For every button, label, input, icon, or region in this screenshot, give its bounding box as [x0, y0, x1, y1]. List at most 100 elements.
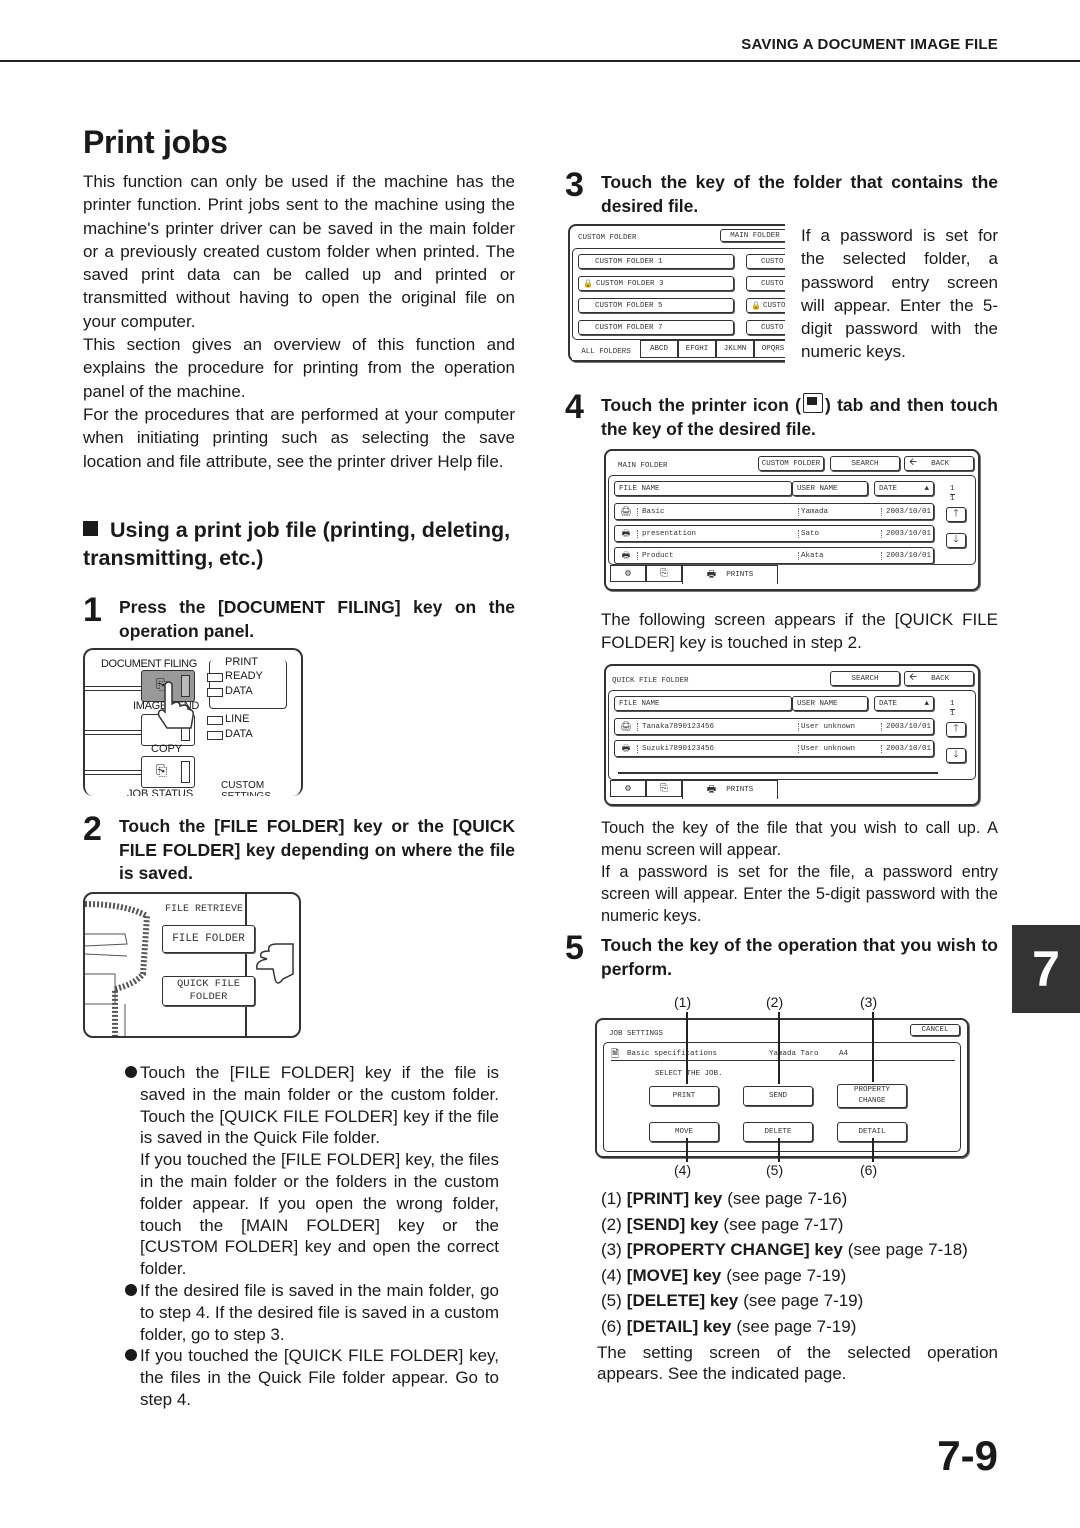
scan-tab-icon[interactable]: ⚙: [610, 780, 646, 797]
column-header-date[interactable]: DATE ▲: [874, 481, 934, 496]
file-row[interactable]: 🖶 Product Akata 2003/10/01: [614, 547, 934, 564]
line-label: LINE: [225, 713, 250, 725]
job-property-change-key[interactable]: PROPERTY CHANGE: [837, 1084, 907, 1108]
step-text: Touch the key of the folder that contain…: [601, 172, 998, 216]
folder-index-tab[interactable]: ABCD: [640, 340, 678, 358]
pointing-hand-icon: [157, 681, 194, 729]
prints-tab[interactable]: 🖶 PRINTS: [682, 565, 778, 584]
column-header-file-name[interactable]: FILE NAME: [614, 696, 792, 711]
operation-page-ref[interactable]: (see page 7-19): [726, 1266, 846, 1285]
column-header-file-name[interactable]: FILE NAME: [614, 481, 792, 496]
quick-file-label-line2: FOLDER: [189, 991, 228, 1003]
step-text: Touch the printer icon () tab and then t…: [601, 393, 998, 441]
operation-page-ref[interactable]: (see page 7-16): [727, 1189, 847, 1208]
file-row[interactable]: 🖶 presentation Sato 2003/10/01: [614, 525, 934, 542]
callout-line: [686, 1138, 688, 1162]
operation-panel-illustration: DOCUMENT FILING ⎘ IMAGE SEND COPY ⎘ JOB …: [83, 648, 303, 796]
main-folder-key[interactable]: MAIN FOLDER: [720, 229, 785, 242]
section-heading: Using a print job file (printing, deleti…: [83, 516, 515, 572]
job-divider: [611, 1060, 955, 1062]
file-date: 2003/10/01: [881, 744, 931, 753]
search-key[interactable]: SEARCH: [830, 456, 900, 471]
print-file-icon: 🖶: [621, 743, 631, 754]
locked-print-file-icon: 🖨: [620, 721, 632, 732]
bullet-icon: [125, 1283, 137, 1296]
operation-page-ref[interactable]: (see page 7-19): [736, 1317, 856, 1336]
back-key[interactable]: 🡨 BACK: [904, 456, 974, 471]
locked-print-file-icon: 🖨: [620, 506, 632, 517]
prints-tab[interactable]: 🖶 PRINTS: [682, 780, 778, 799]
page-indicator: 11: [950, 485, 955, 504]
job-user-name: Yamada Taro: [769, 1050, 819, 1058]
copy-label: COPY: [151, 743, 183, 755]
callout-label: (6): [860, 1162, 878, 1178]
column-header-date[interactable]: DATE ▲: [874, 696, 934, 711]
step-number: 1: [83, 591, 102, 629]
column-header-label: USER NAME: [797, 699, 838, 708]
file-folder-key[interactable]: FILE FOLDER: [162, 925, 255, 953]
cancel-key[interactable]: CANCEL: [910, 1024, 960, 1036]
custom-folder-key[interactable]: CUSTO: [746, 254, 785, 269]
callout-label: (3): [860, 994, 878, 1010]
scroll-down-button[interactable]: 🡓: [946, 748, 966, 763]
job-print-key[interactable]: PRINT: [649, 1086, 719, 1106]
list-divider: [618, 772, 938, 774]
file-row[interactable]: 🖨 Tanaka7890123456 User unknown 2003/10/01: [614, 718, 934, 735]
quick-file-folder-key[interactable]: QUICK FILE FOLDER: [162, 976, 255, 1006]
custom-folder-key[interactable]: CUSTO: [746, 276, 785, 291]
ready-label: READY: [225, 670, 263, 682]
bullet-continuation: If you touched the [FILE FOLDER] key, th…: [125, 1149, 499, 1280]
file-row[interactable]: 🖶 Suzuki7890123456 User unknown 2003/10/01: [614, 740, 934, 757]
custom-folder-key[interactable]: CUSTOM FOLDER 1: [578, 254, 734, 269]
operation-key-name: [PRINT] key: [626, 1189, 723, 1208]
file-name: Tanaka7890123456: [637, 722, 798, 731]
operation-page-ref[interactable]: (see page 7-18): [848, 1240, 968, 1259]
sort-ascending-icon: ▲: [924, 699, 929, 708]
job-move-key[interactable]: MOVE: [649, 1122, 719, 1142]
file-retrieve-title: FILE RETRIEVE: [165, 904, 244, 915]
column-header-user-name[interactable]: USER NAME: [792, 696, 868, 711]
callout-line: [872, 1138, 874, 1162]
custom-folder-key[interactable]: 🔒 CUSTO: [746, 298, 785, 313]
step-2: 2 Touch the [FILE FOLDER] key or the [QU…: [83, 811, 515, 890]
custom-folder-key[interactable]: CUSTOM FOLDER: [758, 456, 824, 471]
bullet-item: Touch the [FILE FOLDER] key if the file …: [125, 1062, 499, 1149]
scroll-down-button[interactable]: 🡓: [946, 533, 966, 548]
folder-index-tab[interactable]: EFGHI: [678, 340, 716, 358]
copy-tab-icon[interactable]: ⎘: [646, 780, 682, 797]
page-current: 1: [950, 485, 955, 495]
custom-folder-key[interactable]: CUSTOM FOLDER 7: [578, 320, 734, 335]
quick-file-folder-screen: QUICK FILE FOLDER SEARCH 🡨 BACK FILE NAME…: [604, 664, 980, 806]
back-key[interactable]: 🡨 BACK: [904, 671, 974, 686]
file-row[interactable]: 🖨 Basic Yamada 2003/10/01: [614, 503, 934, 520]
folder-index-tab[interactable]: OPQRS: [754, 340, 785, 358]
custom-folder-key[interactable]: CUSTOM FOLDER 5: [578, 298, 734, 313]
scroll-up-button[interactable]: 🡑: [946, 507, 966, 522]
search-key[interactable]: SEARCH: [830, 671, 900, 686]
custom-folder-key[interactable]: 🔒 CUSTOM FOLDER 3: [578, 276, 734, 291]
main-folder-screen: MAIN FOLDER CUSTOM FOLDER SEARCH 🡨 BACK F…: [604, 449, 980, 591]
step-4-note-2: If a password is set for the file, a pas…: [601, 863, 998, 925]
operations-list: (1) [PRINT] key (see page 7-16) (2) [SEND] k…: [601, 1186, 968, 1339]
operation-item: (4) [MOVE] key (see page 7-19): [601, 1263, 968, 1289]
callout-line: [872, 1012, 874, 1082]
operation-page-ref[interactable]: (see page 7-17): [723, 1215, 843, 1234]
custom-folder-key[interactable]: CUSTO: [746, 320, 785, 335]
file-date: 2003/10/01: [881, 529, 931, 538]
column-header-user-name[interactable]: USER NAME: [792, 481, 868, 496]
step-4: 4 Touch the printer icon () tab and then…: [565, 389, 998, 443]
chapter-tab[interactable]: 7: [1012, 925, 1080, 1013]
copy-tab-icon[interactable]: ⎘: [646, 565, 682, 582]
job-send-key[interactable]: SEND: [743, 1086, 813, 1106]
scroll-up-button[interactable]: 🡑: [946, 722, 966, 737]
copy-key[interactable]: ⎘: [141, 756, 195, 788]
operation-page-ref[interactable]: (see page 7-19): [743, 1291, 863, 1310]
folder-index-tab[interactable]: ALL FOLDERS: [572, 344, 640, 360]
operation-key-name: [SEND] key: [626, 1214, 719, 1234]
step-3: 3 Touch the key of the folder that conta…: [565, 167, 998, 221]
print-file-icon: 🖶: [621, 528, 631, 539]
back-label: BACK: [931, 674, 950, 683]
scan-tab-icon[interactable]: ⚙: [610, 565, 646, 582]
folder-index-tab[interactable]: JKLMN: [716, 340, 754, 358]
panel-rail: [85, 770, 141, 775]
